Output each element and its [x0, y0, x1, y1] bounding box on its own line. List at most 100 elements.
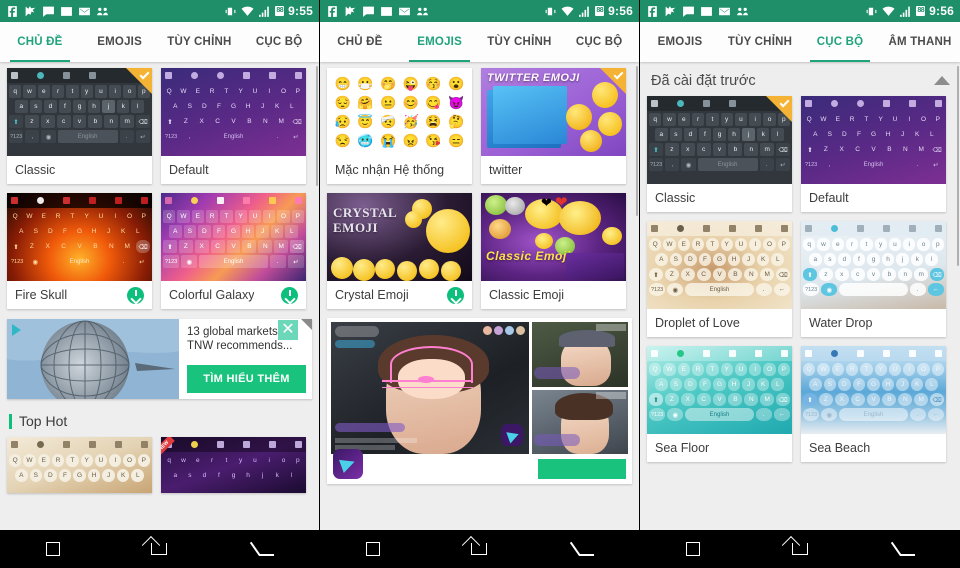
section-preinstalled[interactable]: Đã cài đặt trước [640, 62, 960, 94]
emoji-thumbnail: ❤ ❤ Classic Emoji [481, 193, 626, 281]
theme-card-classic[interactable]: qwertyuiop asdfghjkl ⬆ z x c v b n m ⌫ ?123, ◉ Eng… [7, 68, 152, 184]
theme-card-default[interactable]: QWERTYUIOP ASDFGHJKL ⬆ Z X C V B N M ⌫ ?123, Engl… [801, 96, 946, 212]
keyboard-preview: QWERTYUIOP ASDFGHJKL ⬆ Z X C V B N M ⌫ ?123 ◉ Engl… [647, 346, 792, 434]
emoji-glyph: 😐 [380, 94, 397, 110]
scrollbar[interactable] [636, 66, 638, 216]
back-button[interactable] [246, 530, 286, 568]
scrollbar[interactable] [316, 66, 318, 186]
home-button[interactable] [780, 530, 820, 568]
local-theme-grid: qwertyuiop asdfghjkl ⬆ z x c v b n m ⌫ ?123, ◉ Eng… [640, 94, 960, 462]
theme-card-default[interactable]: QWERTYUIOP ASDFGHJKL ⬆ Z X C V B N M ⌫ ?123, Engl… [161, 68, 306, 184]
download-icon[interactable] [281, 286, 298, 304]
theme-card-colorful-galaxy[interactable]: QWERTYUIOP ASDFGHJKL ⬆ Z X C V B N M ⌫ ?123 ◉ Engl… [161, 193, 306, 309]
tab-tuy-chinh[interactable]: TÙY CHỈNH [480, 22, 560, 62]
theme-title: Droplet of Love [655, 316, 740, 330]
battery-icon: 88 [275, 6, 285, 16]
back-button[interactable] [566, 530, 606, 568]
theme-thumbnail: QWERTYUIOP ASDFGHJKL ⬆ Z X C V B N M ⌫ ?123, Engl… [801, 96, 946, 184]
square-icon [366, 542, 381, 556]
theme-card-hot-2[interactable]: qwertyuiop asdfghjkl NEW [161, 437, 306, 493]
live-video-ad[interactable] [327, 318, 632, 484]
back-angle-icon [899, 542, 915, 556]
theme-grid: qwertyuiop asdfghjkl ⬆ z x c v b n m ⌫ ?123, ◉ Eng… [0, 62, 319, 309]
app-icon [333, 449, 363, 479]
theme-thumbnail: qwertyuiop asdfghjkl ⬆ z x c v b n m ⌫ ?123 ◉ . ← [801, 221, 946, 309]
theme-card-fire-skull[interactable]: QWERTYUIOP ASDFGHJKL ⬆ Z X C V B N M ⌫ ?123 ◉ Engl… [7, 193, 152, 309]
close-icon[interactable]: ✕ [278, 320, 298, 340]
wifi-icon [241, 5, 254, 18]
phone-screen-local: 88 9:56 EMOJIS TÙY CHỈNH CỤC BỘ ÂM THANH… [640, 0, 960, 568]
recents-button[interactable] [353, 530, 393, 568]
adchoices-icon[interactable] [301, 319, 312, 330]
chat-bubble-icon [362, 5, 375, 18]
emoji-glyph: 😠 [402, 133, 419, 149]
emoji-title: Classic Emoji [489, 288, 565, 302]
emoji-glyph: 🤔 [448, 114, 465, 130]
ad-banner[interactable]: 13 global markets TNW recommends... TÌM … [7, 319, 312, 399]
artwork-title: CRYSTAL EMOJI [333, 205, 397, 235]
tab-tuy-chinh[interactable]: TÙY CHỈNH [720, 22, 800, 62]
emoji-glyph: 🤗 [357, 94, 374, 110]
tab-emojis[interactable]: EMOJIS [400, 22, 480, 62]
ad-cta-button[interactable]: TÌM HIỂU THÊM [187, 365, 306, 393]
status-bar-system: 88 9:55 [224, 4, 313, 18]
theme-thumbnail: QWERTYUIOP ASDFGHJKL ⬆ Z X C V B N M ⌫ ?123 ◉ Engl… [161, 193, 306, 281]
tab-am-thanh[interactable]: ÂM THANH [880, 22, 960, 62]
tab-chu-de[interactable]: CHỦ ĐỀ [320, 22, 400, 62]
tab-chu-de[interactable]: CHỦ ĐỀ [0, 22, 80, 62]
scrollbar[interactable] [957, 66, 959, 266]
facebook-icon [326, 5, 339, 18]
live-ad-cta-button[interactable] [538, 459, 626, 479]
live-ad-side-images [531, 322, 628, 454]
recents-button[interactable] [33, 530, 73, 568]
emoji-caption: Classic Emoji [481, 281, 626, 309]
chevron-up-icon[interactable] [934, 72, 950, 90]
download-icon[interactable] [447, 286, 464, 304]
theme-thumbnail: QWERTYUIOP ASDFGHJKL ⬆ Z X C V B N M ⌫ ?123 ◉ Engl… [7, 193, 152, 281]
download-icon[interactable] [127, 286, 144, 304]
local-theme-list[interactable]: Đã cài đặt trước qwertyuiop asdfghjkl ⬆ z… [640, 62, 960, 530]
home-button[interactable] [139, 530, 179, 568]
contacts-icon [736, 5, 749, 18]
keyboard-preview: QWERTYUIOP ASDFGHJKL ⬆ Z X C V B N M ⌫ ?123 ◉ Engl… [801, 346, 946, 434]
emoji-artwork: CRYSTAL EMOJI [327, 193, 472, 281]
tab-tuy-chinh[interactable]: TÙY CHỈNH [160, 22, 240, 62]
tab-cuc-bo[interactable]: CỤC BỘ [239, 22, 319, 62]
android-nav-bar [640, 530, 960, 568]
emoji-card-crystal[interactable]: CRYSTAL EMOJI Crystal Emoji [327, 193, 472, 309]
theme-card-water-drop[interactable]: qwertyuiop asdfghjkl ⬆ z x c v b n m ⌫ ?123 ◉ . ← … [801, 221, 946, 337]
emoji-list[interactable]: 😁 😷 🤭 😜 😚 😮 😔 🤗 😐 😊 😋 😈 😥 😇 🤕 🥳 😫 🤔 😒 🥶 … [320, 62, 639, 530]
emoji-card-classic[interactable]: ❤ ❤ Classic Emoji Classic Emoji [481, 193, 626, 309]
vibrate-icon [865, 5, 878, 18]
theme-title: Colorful Galaxy [169, 288, 255, 302]
home-button[interactable] [459, 530, 499, 568]
artwork-title: Classic Emoji [486, 249, 571, 263]
live-ad-footer [331, 449, 628, 480]
theme-card-droplet-of-love[interactable]: QWERTYUIOP ASDFGHJKL ⬆ Z X C V B N M ⌫ ?123 ◉ Engl… [647, 221, 792, 337]
theme-list[interactable]: qwertyuiop asdfghjkl ⬆ z x c v b n m ⌫ ?123, ◉ Eng… [0, 62, 319, 530]
wifi-icon [882, 5, 895, 18]
emoji-glyph: 😑 [448, 133, 465, 149]
back-button[interactable] [887, 530, 927, 568]
artwork-title: TWITTER EMOJI [487, 72, 580, 84]
tab-cuc-bo[interactable]: CỤC BỘ [800, 22, 880, 62]
tab-cuc-bo[interactable]: CỤC BỘ [559, 22, 639, 62]
theme-card-classic[interactable]: qwertyuiop asdfghjkl ⬆ z x c v b n m ⌫ ?123, ◉ Eng… [647, 96, 792, 212]
emoji-card-twitter[interactable]: TWITTER EMOJI twitter [481, 68, 626, 184]
theme-card-hot-1[interactable]: QWERTYUIOP ASDFGHJKL [7, 437, 152, 493]
chat-bubble-icon [682, 5, 695, 18]
emoji-glyph: 😘 [425, 133, 442, 149]
theme-card-sea-beach[interactable]: QWERTYUIOP ASDFGHJKL ⬆ Z X C V B N M ⌫ ?123 ◉ Engl… [801, 346, 946, 462]
emoji-grid: 😁 😷 🤭 😜 😚 😮 😔 🤗 😐 😊 😋 😈 😥 😇 🤕 🥳 😫 🤔 😒 🥶 … [320, 62, 639, 309]
keyboard-preview: QWERTYUIOP ASDFGHJKL ⬆ Z X C V B N M ⌫ ?123 ◉ Engl… [161, 193, 306, 281]
emoji-card-system-default[interactable]: 😁 😷 🤭 😜 😚 😮 😔 🤗 😐 😊 😋 😈 😥 😇 🤕 🥳 😫 🤔 😒 🥶 … [327, 68, 472, 184]
facebook-icon [646, 5, 659, 18]
emoji-glyph: 😭 [380, 133, 397, 149]
the6me-card-sea-floor[interactable]: QWERTYUIOP ASDFGHJKL ⬆ Z X C V B N M ⌫ ?123 ◉ Engl… [647, 346, 792, 462]
tab-emojis[interactable]: EMOJIS [640, 22, 720, 62]
theme-thumbnail: qwertyuiop asdfghjkl ⬆ z x c v b n m ⌫ ?123, ◉ Eng… [7, 68, 152, 156]
theme-title: Sea Floor [655, 441, 710, 455]
recents-button[interactable] [673, 530, 713, 568]
theme-thumbnail: QWERTYUIOP ASDFGHJKL ⬆ Z X C V B N M ⌫ ?123 ◉ Engl… [801, 346, 946, 434]
tab-emojis[interactable]: EMOJIS [80, 22, 160, 62]
